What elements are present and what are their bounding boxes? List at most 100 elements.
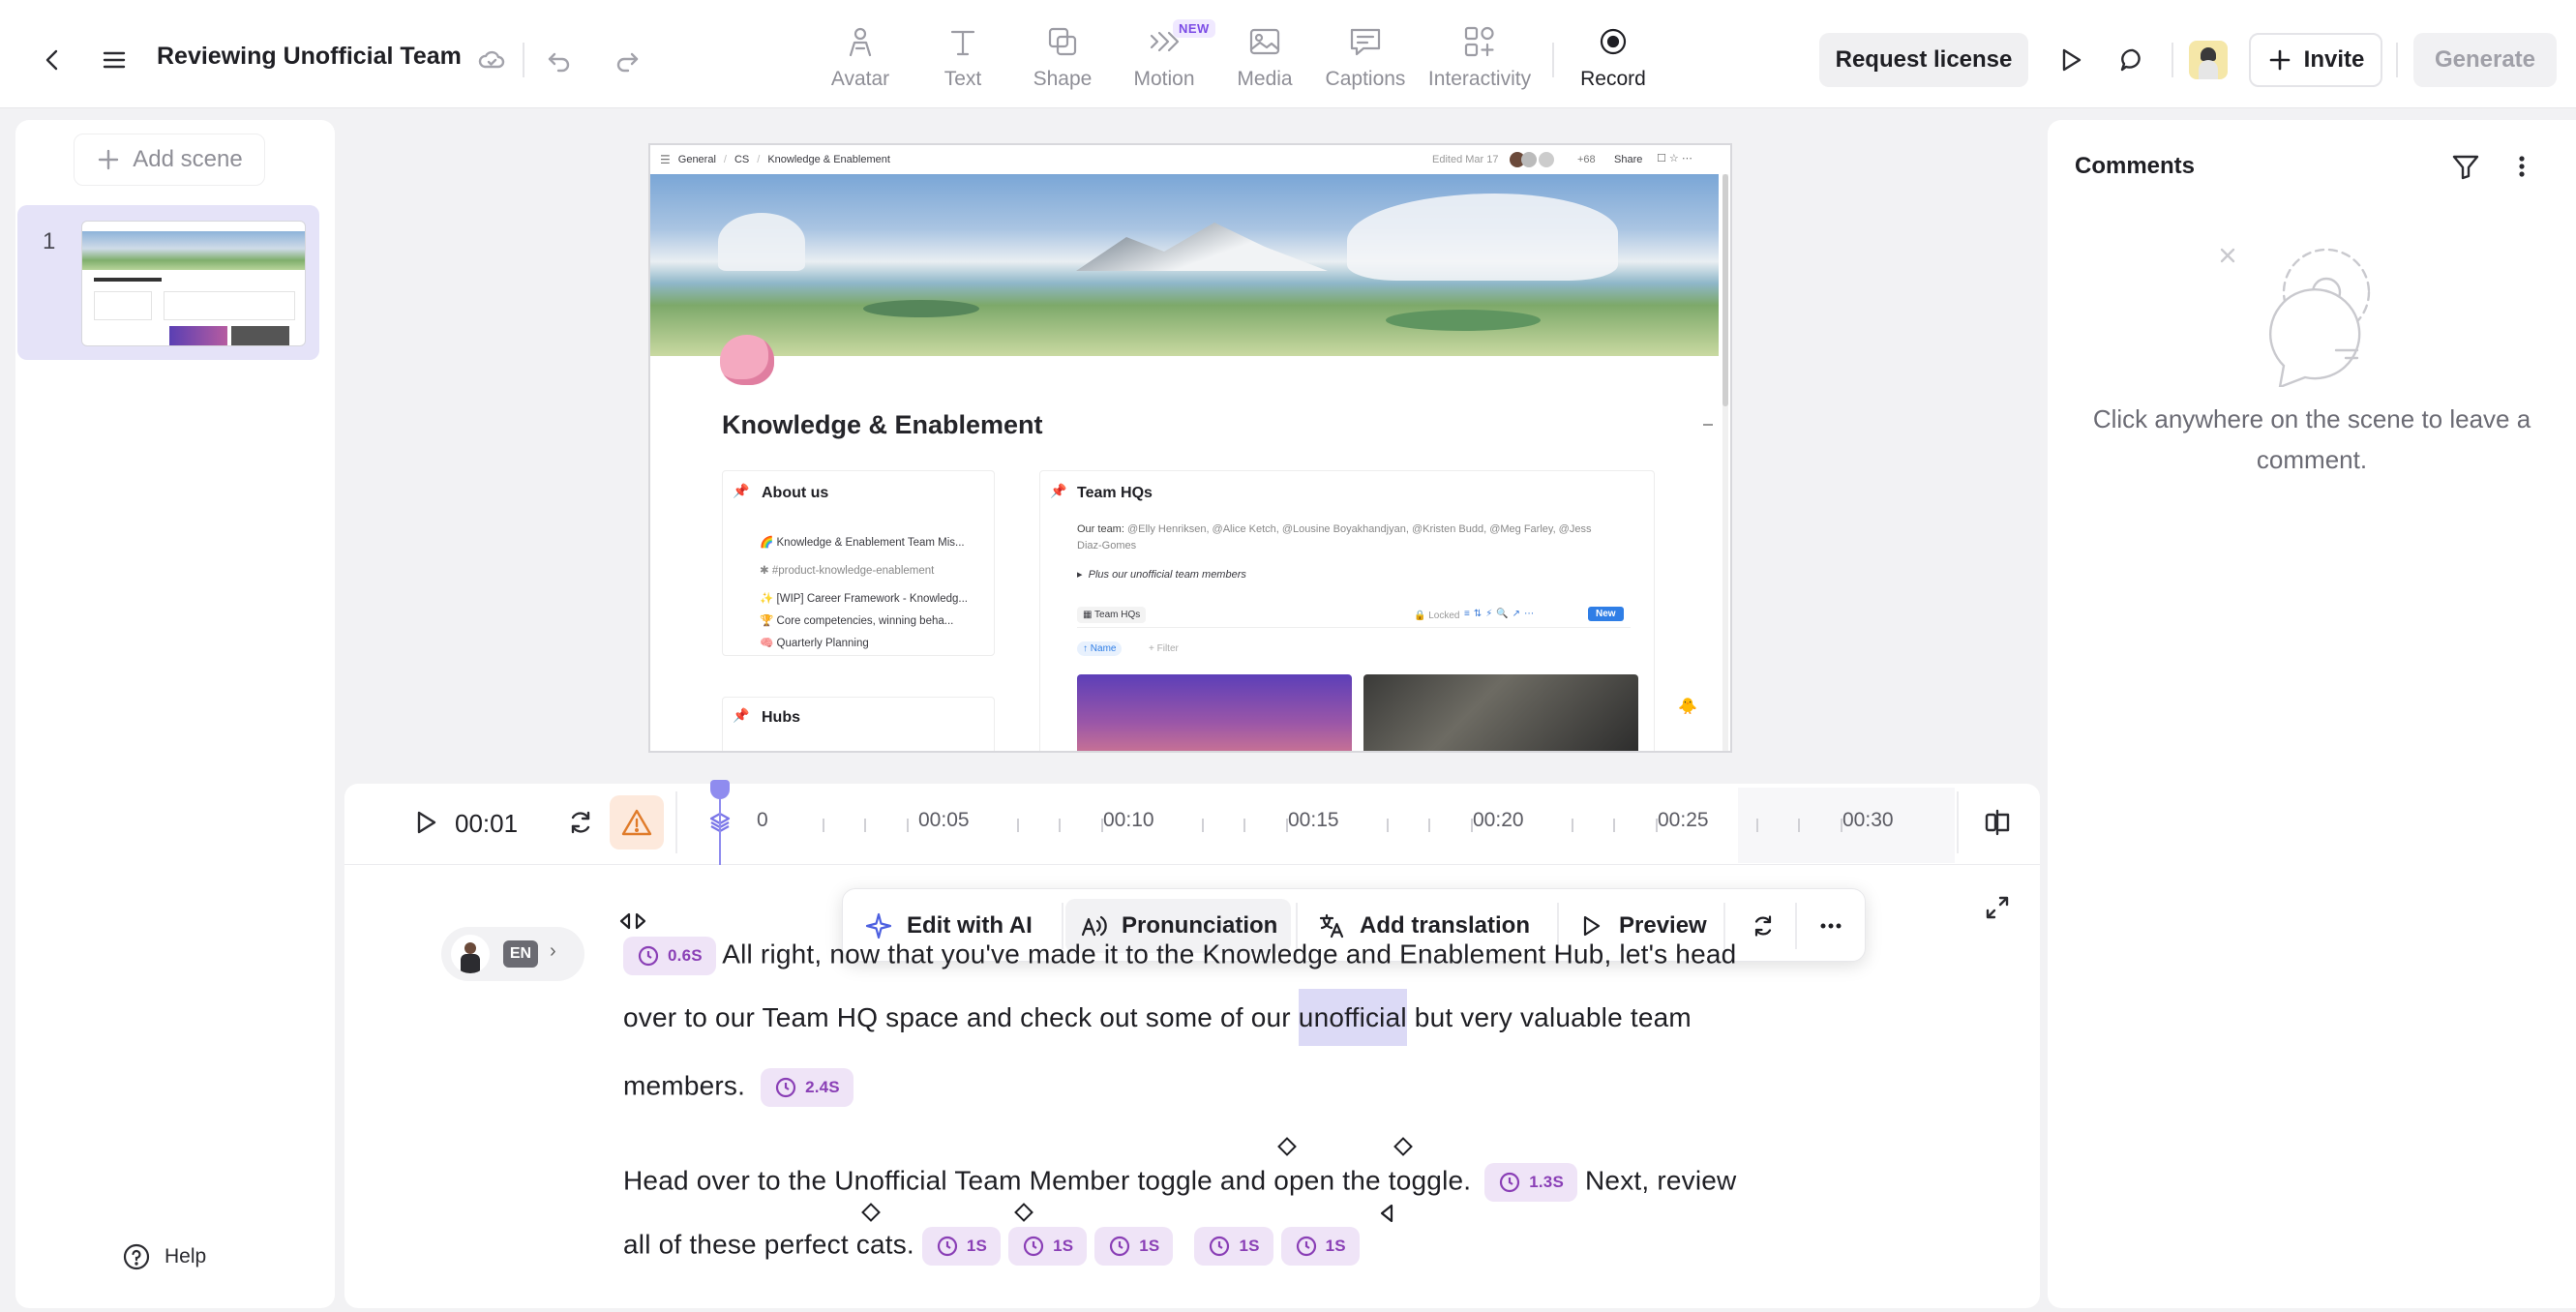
pause-duration: 1S — [1239, 1237, 1260, 1255]
text-icon — [950, 30, 975, 56]
tool-avatar[interactable]: Avatar — [807, 23, 914, 97]
voice-selector[interactable]: EN › — [441, 927, 584, 981]
timeline-tick-label: 00:10 — [1103, 809, 1154, 831]
warning-button[interactable] — [610, 795, 664, 850]
helper-icon[interactable]: 🐥 — [1678, 697, 1697, 726]
pause-chip[interactable]: 1S — [1194, 1227, 1273, 1266]
script-line[interactable]: over to our Team HQ space and check out … — [623, 989, 1692, 1046]
add-scene-button[interactable]: Add scene — [74, 134, 265, 186]
timeline-minor-tick — [1016, 819, 1019, 832]
gallery-card-image[interactable] — [1077, 674, 1352, 751]
document-title[interactable]: Reviewing Unofficial Team — [157, 43, 462, 71]
script-line[interactable]: all of these perfect cats. 1S 1S 1S 1S 1… — [623, 1227, 1360, 1266]
timeline-minor-tick — [1201, 819, 1204, 832]
pause-chip[interactable]: 1.3S — [1484, 1163, 1578, 1202]
hamburger-icon — [103, 51, 126, 69]
script-line[interactable]: 0.6S All right, now that you've made it … — [623, 937, 1736, 975]
refresh-icon — [1754, 915, 1772, 937]
redo-button[interactable] — [600, 33, 654, 87]
link-item[interactable]: ✱ #product-knowledge-enablement — [760, 557, 968, 585]
edit-with-ai-label: Edit with AI — [907, 912, 1033, 939]
gesture-marker-icon[interactable] — [1376, 1202, 1399, 1225]
refresh-icon — [571, 811, 590, 834]
timeline-minor-tick — [1798, 819, 1801, 832]
pause-chip[interactable]: 1S — [1280, 1227, 1360, 1266]
pause-chip[interactable]: 2.4S — [761, 1068, 854, 1107]
generate-button[interactable]: Generate — [2413, 33, 2557, 87]
tool-label: Text — [944, 68, 982, 90]
clock-icon — [1500, 1172, 1520, 1193]
sort-chip[interactable]: ↑ Name — [1077, 641, 1123, 656]
comments-toggle-button[interactable] — [2106, 33, 2160, 87]
user-avatar[interactable] — [2189, 41, 2228, 79]
timeline-tick-label: 0 — [757, 809, 768, 831]
scene-card-1[interactable]: 1 — [17, 205, 319, 360]
scene-canvas[interactable]: ☰ General / CS / Knowledge & Enablement … — [648, 143, 1732, 753]
gallery-card-image[interactable] — [1363, 674, 1638, 751]
database-actions[interactable]: ≡⇅⚡🔍↗⋯ — [1464, 609, 1538, 619]
preview-label: Preview — [1619, 912, 1707, 939]
expand-editor-button[interactable] — [1970, 880, 2024, 935]
unofficial-members-toggle[interactable]: ▸ Plus our unofficial team members — [1077, 568, 1246, 581]
help-button[interactable]: Help — [122, 1242, 206, 1271]
brain-icon — [720, 335, 774, 385]
script-text: but very valuable team — [1406, 1002, 1692, 1032]
undo-button[interactable] — [532, 33, 586, 87]
tool-label: Shape — [1033, 68, 1093, 90]
scrollbar[interactable] — [1722, 174, 1728, 751]
add-translation-label: Add translation — [1360, 912, 1531, 939]
tool-shape[interactable]: Shape — [1009, 23, 1116, 97]
request-license-button[interactable]: Request license — [1819, 33, 2028, 87]
selected-word[interactable]: unofficial — [1298, 989, 1407, 1046]
tool-record[interactable]: Record — [1560, 23, 1666, 97]
plus-icon — [99, 149, 119, 170]
divider — [1957, 791, 1959, 853]
timeline-play-button[interactable] — [399, 795, 453, 850]
invite-label: Invite — [2303, 46, 2365, 73]
timeline-tick-label: 00:20 — [1473, 809, 1524, 831]
filter-comments-button[interactable] — [2439, 139, 2493, 194]
hubs-heading: Hubs — [762, 709, 800, 726]
filter-chip[interactable]: + Filter — [1149, 643, 1179, 654]
invite-button[interactable]: Invite — [2249, 33, 2382, 87]
menu-button[interactable] — [87, 33, 141, 87]
new-entry-button[interactable]: New — [1588, 607, 1624, 621]
team-hqs-callout: 📌 Team HQs Our team: @Elly Henriksen, @A… — [1039, 470, 1655, 751]
comments-more-button[interactable] — [2495, 139, 2549, 194]
script-line[interactable]: Head over to the Unofficial Team Member … — [623, 1163, 1736, 1202]
breadcrumb-separator: / — [723, 154, 727, 165]
script-text: all of these perfect cats. — [623, 1229, 914, 1260]
pause-chip[interactable]: 1S — [921, 1227, 1002, 1266]
pause-duration: 0.6S — [668, 946, 703, 965]
pause-chip[interactable]: 1S — [1094, 1227, 1174, 1266]
play-preview-button[interactable] — [2044, 33, 2098, 87]
regenerate-button[interactable] — [1739, 899, 1787, 953]
playhead-handle[interactable] — [710, 780, 730, 799]
cover-image — [650, 174, 1719, 356]
gesture-marker-icon[interactable] — [617, 911, 648, 931]
comments-panel: Comments Click anywhere on the scene to … — [2048, 120, 2576, 1308]
tool-media[interactable]: Media — [1212, 23, 1318, 97]
pause-chip[interactable]: 0.6S — [623, 937, 716, 975]
split-icon — [1985, 809, 2010, 836]
back-button[interactable] — [25, 33, 79, 87]
empty-comments-text: Click anywhere on the scene to leave a c… — [2092, 404, 2531, 474]
tool-motion[interactable]: NEW Motion — [1111, 19, 1217, 97]
tool-text[interactable]: Text — [910, 23, 1016, 97]
link-item[interactable]: 🌈 Knowledge & Enablement Team Mis... — [760, 529, 968, 557]
divider — [2172, 43, 2173, 77]
loop-button[interactable] — [554, 795, 608, 850]
split-view-button[interactable] — [1970, 795, 2024, 850]
tool-interactivity[interactable]: Interactivity — [1426, 23, 1533, 97]
team-members: Our team: @Elly Henriksen, @Alice Ketch,… — [1077, 523, 1592, 552]
database-header: ▦ Team HQs 🔒 Locked ≡⇅⚡🔍↗⋯ New — [1077, 605, 1631, 628]
pause-chip[interactable]: 1S — [1008, 1227, 1088, 1266]
tool-captions[interactable]: Captions — [1312, 23, 1419, 97]
pause-duration: 1S — [1053, 1237, 1074, 1255]
clock-icon — [775, 1077, 796, 1098]
database-tab[interactable]: ▦ Team HQs — [1077, 607, 1147, 623]
new-badge: NEW — [1173, 19, 1215, 38]
more-options-button[interactable] — [1807, 899, 1855, 953]
page-actions-icons: ☐ ☆ ⋯ — [1657, 153, 1692, 164]
script-line[interactable]: members. 2.4S — [623, 1068, 854, 1107]
